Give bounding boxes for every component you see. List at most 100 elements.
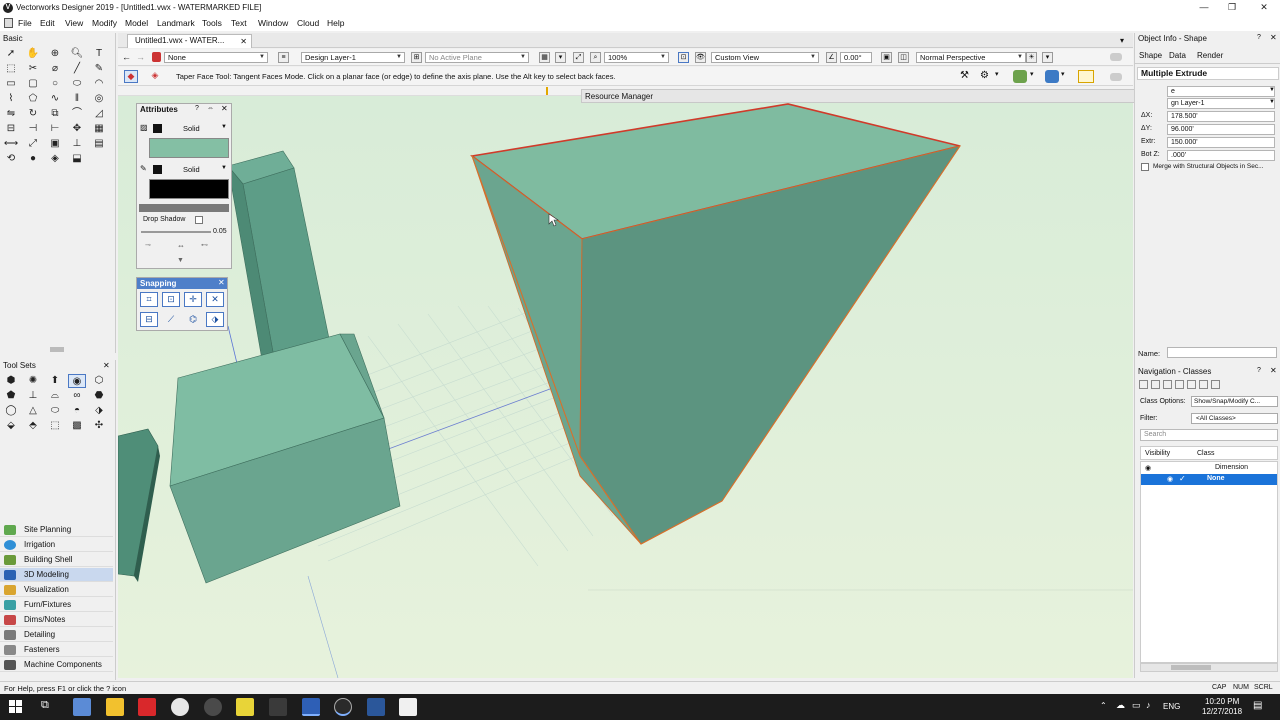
pen-style-label[interactable]: Solid <box>183 165 200 174</box>
classes-mode-icon[interactable] <box>1139 380 1148 389</box>
projection-mode-icon[interactable]: ◫ <box>898 52 909 63</box>
helix-tool-icon[interactable]: ⬣ <box>90 389 108 403</box>
symbol-tool-icon[interactable]: ▤ <box>90 137 108 151</box>
sweep-tool-icon[interactable]: ✺ <box>24 374 42 388</box>
acrobat-icon[interactable] <box>138 698 156 716</box>
visibility-tool-icon[interactable]: ● <box>24 152 42 166</box>
menu-landmark[interactable]: Landmark <box>157 18 195 28</box>
chamfer-edge-tool-icon[interactable]: ∞ <box>68 389 86 403</box>
arrowhead-start-icon[interactable]: ⊸ <box>145 241 151 249</box>
rounded-rect-tool-icon[interactable]: ▢ <box>24 77 42 91</box>
cylinder-tool-icon[interactable]: ⬭ <box>46 404 64 418</box>
symbols-mode-icon[interactable] <box>1211 380 1220 389</box>
oval-tool-icon[interactable]: ⬭ <box>68 77 86 91</box>
render-green-icon[interactable] <box>1013 70 1027 83</box>
reshape-tool-icon[interactable]: ⬚ <box>2 62 20 76</box>
fill-style-label[interactable]: Solid <box>183 124 200 133</box>
visibility-column-header[interactable]: Visibility <box>1145 450 1170 457</box>
navigation-close-icon[interactable]: ✕ <box>1270 366 1277 375</box>
settings-app-icon[interactable] <box>204 698 222 716</box>
box-tool-icon[interactable]: ⬗ <box>90 404 108 418</box>
sheets-mode-icon[interactable] <box>1163 380 1172 389</box>
navigation-help-icon[interactable]: ? <box>1257 367 1261 374</box>
snapping-close-icon[interactable]: ✕ <box>218 278 225 287</box>
language-indicator[interactable]: ENG <box>1163 702 1180 711</box>
menu-view[interactable]: View <box>65 18 83 28</box>
smart-points-icon[interactable]: ⊟ <box>140 312 158 327</box>
view-dropdown[interactable]: Custom View ▼ <box>711 52 819 63</box>
resource-manager-palette[interactable]: Resource Manager ? ⇔ ✕ <box>581 89 1176 103</box>
pen-color-swatch[interactable] <box>149 179 229 199</box>
viewbar-collapse-icon[interactable] <box>1110 53 1122 61</box>
snap-to-intersection-icon[interactable]: ✛ <box>184 292 202 307</box>
pen-type-swatch[interactable] <box>153 165 162 174</box>
walkthrough-tool-icon[interactable]: ⟲ <box>2 152 20 166</box>
toolset-irrigation[interactable]: Irrigation <box>0 538 113 552</box>
scrollbar-thumb[interactable] <box>1171 665 1211 670</box>
text-tool-icon[interactable]: T <box>90 47 108 61</box>
menu-cloud[interactable]: Cloud <box>297 18 319 28</box>
toolset-site-planning[interactable]: Site Planning <box>0 523 113 537</box>
menu-modify[interactable]: Modify <box>92 18 117 28</box>
connect-tool-icon[interactable]: ⊣ <box>24 122 42 136</box>
fillet-edge-tool-icon[interactable]: ⌓ <box>46 389 64 403</box>
dimension-tool-icon[interactable]: ⟷ <box>2 137 20 151</box>
pencil-tool-icon[interactable]: ✎ <box>90 62 108 76</box>
shell-tool-icon[interactable]: ⬡ <box>90 374 108 388</box>
word-icon[interactable] <box>367 698 385 716</box>
drop-shadow-checkbox[interactable] <box>195 216 203 224</box>
callout-tool-icon[interactable]: ▣ <box>46 137 64 151</box>
filter-dropdown[interactable]: <All Classes> <box>1191 413 1278 424</box>
sticky-notes-icon[interactable] <box>236 698 254 716</box>
sphere-tool-icon[interactable]: ◯ <box>2 404 20 418</box>
document-tab[interactable]: Untitled1.vwx - WATER... ✕ <box>127 34 252 48</box>
leader-tool-icon[interactable]: ⤢ <box>24 137 42 151</box>
zoom-tool-icon[interactable]: 🔍︎ <box>68 47 86 61</box>
vectorworks-app-icon[interactable] <box>334 698 352 716</box>
trim-tool-icon[interactable]: ✂ <box>24 62 42 76</box>
double-line-tool-icon[interactable]: ‖ <box>68 92 86 106</box>
network-icon[interactable]: ▭ <box>1132 700 1141 711</box>
plane-grid-icon[interactable]: ▦ <box>539 52 550 63</box>
mirror-tool-icon[interactable]: ⇋ <box>2 107 20 121</box>
class-value[interactable]: e <box>1167 86 1275 97</box>
subdivision-tool-icon[interactable]: ⬚ <box>46 419 64 433</box>
clip-tool-icon[interactable]: ⊟ <box>2 122 20 136</box>
tab-shape[interactable]: Shape <box>1139 51 1162 60</box>
render-chevron-icon[interactable]: ▾ <box>1030 70 1034 78</box>
zoom-dropdown[interactable]: 100% ▼ <box>604 52 669 63</box>
volume-icon[interactable]: ♪ <box>1146 700 1151 710</box>
eye-visible-icon[interactable]: ◉ <box>1167 475 1173 483</box>
maximize-icon[interactable]: ❐ <box>1220 1 1244 14</box>
tangent-faces-mode-icon[interactable]: ◈ <box>148 70 162 83</box>
class-dropdown[interactable]: None ▼ <box>164 52 268 63</box>
tray-chevron-icon[interactable]: ⌃ <box>1100 701 1107 710</box>
attributes-expand-icon[interactable]: ▼ <box>177 257 184 264</box>
selection-tool-icon[interactable]: ➚ <box>2 47 20 61</box>
attribute-mapping-tool-icon[interactable]: ▦ <box>90 122 108 136</box>
settings-chevron-icon[interactable]: ▾ <box>995 70 999 78</box>
lighting-chevron-icon[interactable]: ▾ <box>1042 52 1053 63</box>
lighting-icon[interactable]: ☀ <box>1026 52 1037 63</box>
attributes-help-icon[interactable]: ? <box>195 105 199 112</box>
offset-tool-icon[interactable]: ⧉ <box>46 107 64 121</box>
notification-icon[interactable]: ▤ <box>1253 700 1262 711</box>
arrowhead-end-icon[interactable]: ⊷ <box>201 241 208 249</box>
vectorworks-cloud-icon[interactable] <box>269 698 287 716</box>
planar-face-mode-icon[interactable]: ◆ <box>124 70 138 83</box>
layer-dropdown[interactable]: Design Layer-1 ▼ <box>301 52 405 63</box>
zoom-icon[interactable]: ⌕ <box>590 52 601 63</box>
snap-to-grid-icon[interactable]: ⌗ <box>140 292 158 307</box>
cloud-chevron-icon[interactable]: ▾ <box>1061 70 1065 78</box>
fillet-tool-icon[interactable]: ⌒ <box>68 107 86 121</box>
class-row-dimension[interactable]: ◉ Dimension <box>1141 463 1277 474</box>
delta-y-field[interactable]: 96.000' <box>1167 124 1275 135</box>
extrude-tool-icon[interactable]: ⬢ <box>2 374 20 388</box>
menu-help[interactable]: Help <box>327 18 344 28</box>
flyover-tool-icon[interactable]: ⊕ <box>46 47 64 61</box>
line-thickness-bar[interactable] <box>139 204 229 212</box>
clock-date[interactable]: 12/27/2018 <box>1202 707 1242 716</box>
document-icon[interactable] <box>4 18 13 28</box>
opacity-slider[interactable] <box>141 231 211 233</box>
toolset-fasteners[interactable]: Fasteners <box>0 643 113 657</box>
